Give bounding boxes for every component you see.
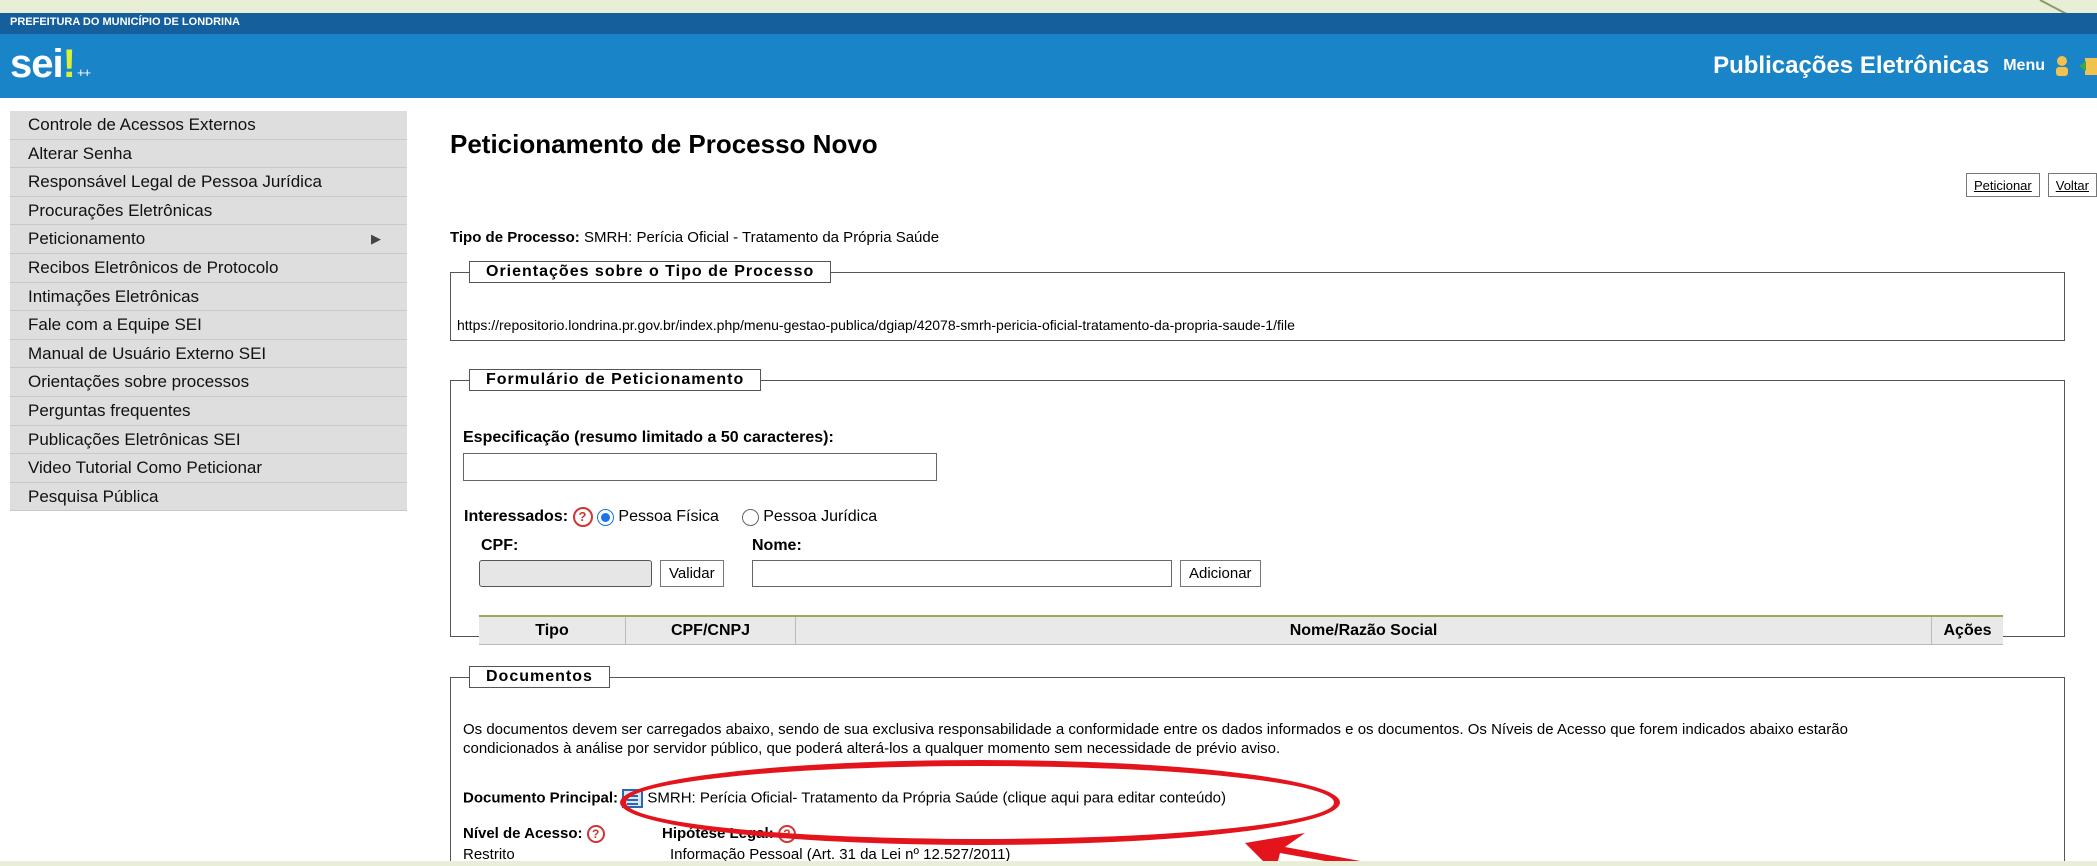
especificacao-input[interactable] — [463, 453, 937, 481]
column-header-tipo: Tipo — [479, 617, 626, 644]
tipo-processo: Tipo de Processo: SMRH: Perícia Oficial … — [450, 229, 939, 246]
sidebar-item-manual[interactable]: Manual de Usuário Externo SEI — [10, 340, 407, 369]
sidebar-item-label: Orientações sobre processos — [28, 372, 250, 392]
sidebar-item-label: Intimações Eletrônicas — [28, 286, 200, 306]
exit-icon[interactable] — [2079, 55, 2097, 77]
pessoa-juridica-radio[interactable] — [741, 508, 759, 526]
column-header-cpf-cnpj: CPF/CNPJ — [626, 617, 796, 644]
peticionar-button[interactable]: Peticionar — [1965, 173, 2040, 197]
sei-logo[interactable]: sei! ++ — [10, 42, 91, 86]
orientacoes-legend: Orientações sobre o Tipo de Processo — [469, 261, 832, 283]
header-right: Publicações Eletrônicas Menu — [1713, 52, 2097, 80]
browser-screen: PREFEITURA DO MUNICÍPIO DE LONDRINA sei!… — [0, 13, 2097, 861]
main-content: Peticionamento de Processo Novo Peticion… — [450, 111, 2097, 861]
formulario-legend: Formulário de Peticionamento — [469, 369, 762, 391]
help-icon[interactable]: ? — [572, 507, 593, 527]
pessoa-fisica-radio[interactable] — [596, 508, 614, 526]
logo-suffix: ++ — [76, 65, 91, 80]
validar-button[interactable]: Validar — [660, 560, 724, 587]
hipotese-legal-value: Informação Pessoal (Art. 31 da Lei nº 12… — [670, 846, 1011, 861]
logo-text: sei — [10, 42, 64, 86]
interessados-row: Interessados: ? Pessoa Física Pessoa Jur… — [464, 507, 877, 527]
sidebar-item-label: Video Tutorial Como Peticionar — [28, 458, 263, 478]
nome-label: Nome: — [752, 537, 802, 554]
interessados-table-header: Tipo CPF/CNPJ Nome/Razão Social Ações — [479, 615, 2003, 645]
sidebar-item-procuracoes[interactable]: Procurações Eletrônicas — [10, 197, 407, 226]
voltar-button[interactable]: Voltar — [2047, 173, 2097, 197]
sidebar-item-label: Perguntas frequentes — [28, 400, 191, 420]
documentos-info-line1: Os documentos devem ser carregados abaix… — [463, 721, 1848, 738]
sidebar-item-publicacoes[interactable]: Publicações Eletrônicas SEI — [10, 426, 407, 455]
page-title: Peticionamento de Processo Novo — [450, 129, 878, 159]
sidebar-item-responsavel-legal[interactable]: Responsável Legal de Pessoa Jurídica — [10, 168, 407, 197]
sidebar-item-intimacoes[interactable]: Intimações Eletrônicas — [10, 283, 407, 312]
documento-principal-label: Documento Principal: — [463, 789, 619, 807]
sidebar-item-fale-conosco[interactable]: Fale com a Equipe SEI — [10, 311, 407, 340]
highlight-ellipse — [620, 760, 1340, 845]
sidebar-item-label: Procurações Eletrônicas — [28, 200, 213, 220]
pessoa-fisica-label[interactable]: Pessoa Física — [618, 508, 718, 525]
adicionar-button[interactable]: Adicionar — [1180, 560, 1261, 587]
especificacao-label: Especificação (resumo limitado a 50 cara… — [463, 429, 834, 446]
tipo-processo-label: Tipo de Processo: — [450, 229, 580, 246]
nome-input[interactable] — [752, 560, 1172, 587]
sidebar-item-label: Alterar Senha — [28, 143, 132, 163]
sidebar-item-label: Peticionamento — [28, 229, 146, 249]
user-icon[interactable] — [2053, 55, 2071, 77]
sidebar-item-controle-acessos[interactable]: Controle de Acessos Externos — [10, 111, 407, 140]
sidebar-menu: Controle de Acessos Externos Alterar Sen… — [10, 111, 407, 512]
organization-bar: PREFEITURA DO MUNICÍPIO DE LONDRINA — [0, 13, 2097, 34]
column-header-acoes: Ações — [1943, 622, 1992, 639]
submenu-arrow-icon: ▶ — [371, 231, 381, 247]
sidebar-item-label: Manual de Usuário Externo SEI — [28, 343, 267, 363]
app-header: sei! ++ Publicações Eletrônicas Menu — [0, 34, 2097, 98]
nivel-acesso-block: Nível de Acesso: ? Restrito — [463, 825, 605, 861]
column-header-nome: Nome/Razão Social — [796, 617, 1932, 644]
cpf-input[interactable] — [479, 560, 652, 587]
orientacoes-fieldset: Orientações sobre o Tipo de Processo htt… — [450, 261, 2065, 341]
logo-mark: ! — [62, 42, 76, 86]
sidebar-item-label: Pesquisa Pública — [28, 486, 159, 506]
documentos-info-line2: condicionados à análise por servidor púb… — [463, 740, 1281, 757]
organization-name: PREFEITURA DO MUNICÍPIO DE LONDRINA — [10, 16, 240, 28]
help-icon[interactable]: ? — [586, 825, 605, 844]
interessados-label: Interessados: — [464, 508, 569, 526]
menu-link[interactable]: Menu — [2003, 57, 2045, 75]
app-title: Publicações Eletrônicas — [1713, 52, 1990, 79]
sidebar-item-label: Publicações Eletrônicas SEI — [28, 429, 241, 449]
formulario-fieldset: Formulário de Peticionamento Especificaç… — [450, 369, 2065, 645]
sidebar-item-pesquisa-publica[interactable]: Pesquisa Pública — [10, 483, 407, 512]
documentos-fieldset: Documentos Os documentos devem ser carre… — [450, 666, 2065, 861]
documentos-legend: Documentos — [469, 666, 610, 688]
orientacoes-link[interactable]: https://repositorio.londrina.pr.gov.br/i… — [457, 317, 1295, 333]
sidebar-item-label: Responsável Legal de Pessoa Jurídica — [28, 172, 322, 192]
sidebar-item-orientacoes[interactable]: Orientações sobre processos — [10, 368, 407, 397]
sidebar-item-label: Recibos Eletrônicos de Protocolo — [28, 257, 279, 277]
cpf-label: CPF: — [481, 537, 519, 554]
sidebar-item-alterar-senha[interactable]: Alterar Senha — [10, 140, 407, 169]
sidebar-item-peticionamento[interactable]: Peticionamento ▶ — [10, 225, 407, 254]
sidebar-item-recibos[interactable]: Recibos Eletrônicos de Protocolo — [10, 254, 407, 283]
tipo-processo-value: SMRH: Perícia Oficial - Tratamento da Pr… — [583, 229, 940, 246]
nivel-acesso-value: Restrito — [463, 846, 515, 861]
sidebar-item-perguntas[interactable]: Perguntas frequentes — [10, 397, 407, 426]
sidebar-item-video-tutorial[interactable]: Video Tutorial Como Peticionar — [10, 454, 407, 483]
pessoa-juridica-label[interactable]: Pessoa Jurídica — [763, 508, 877, 525]
nivel-acesso-label: Nível de Acesso: — [463, 825, 583, 842]
sidebar-item-label: Controle de Acessos Externos — [28, 115, 256, 134]
highlight-arrow — [1245, 833, 1361, 861]
sidebar-item-label: Fale com a Equipe SEI — [28, 315, 202, 335]
top-toolbar: Peticionar Voltar — [1965, 173, 2097, 197]
documentos-info: Os documentos devem ser carregados abaix… — [463, 720, 2053, 758]
